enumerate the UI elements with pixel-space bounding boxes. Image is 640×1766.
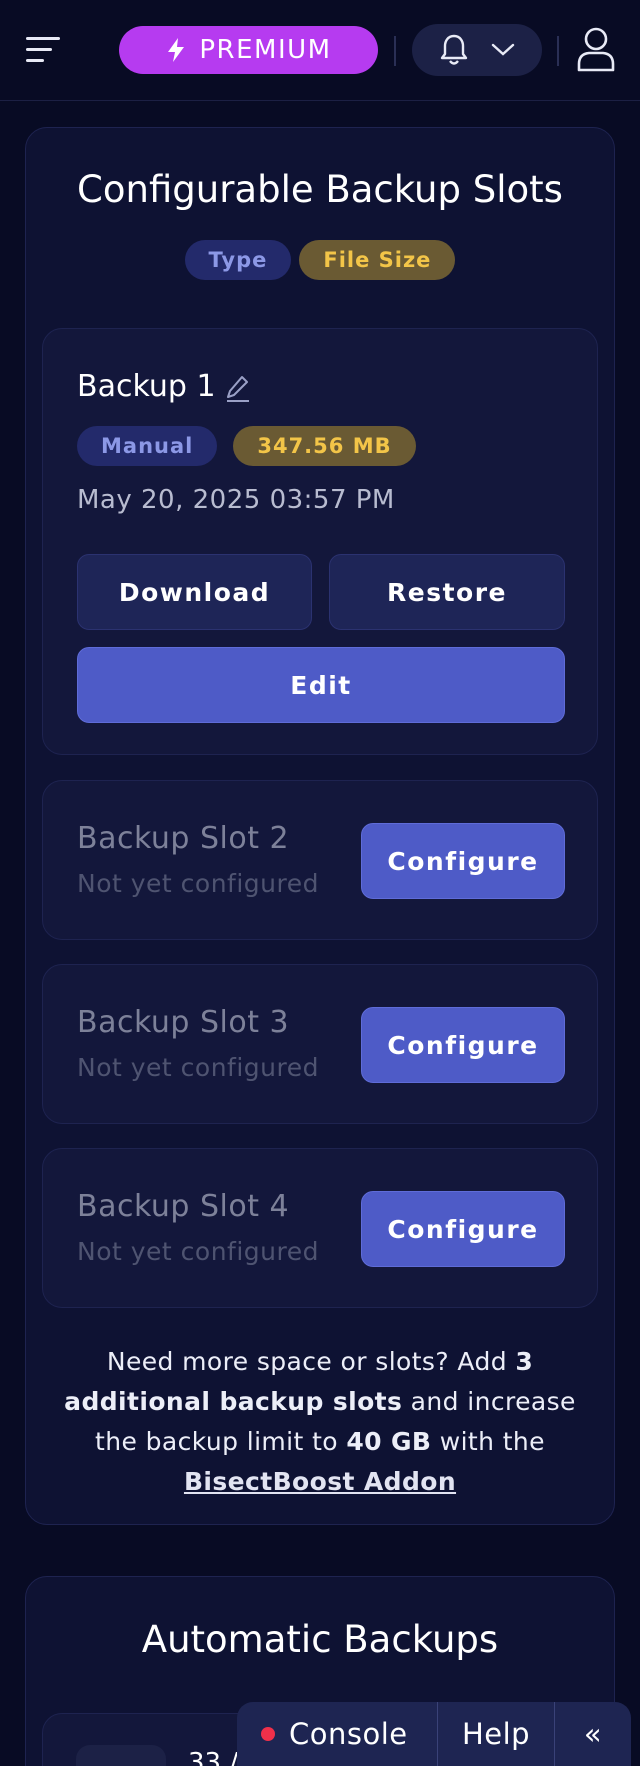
header-divider	[394, 36, 396, 66]
edit-button[interactable]: Edit	[77, 647, 565, 723]
legend: Type File Size	[0, 240, 640, 280]
slot-name: Backup Slot 4	[77, 1189, 290, 1224]
chevron-down-icon	[491, 43, 515, 56]
collapse-icon[interactable]: «	[555, 1702, 631, 1766]
automatic-backups-title: Automatic Backups	[141, 1618, 499, 1661]
type-badge: Manual	[77, 426, 218, 466]
slot-name: Backup Slot 2	[77, 821, 290, 856]
backup-slot-2: Backup Slot 2 Not yet configured Configu…	[42, 780, 598, 940]
backup-badges: Manual 347.56 MB	[77, 426, 416, 466]
backup-date: May 20, 2025 03:57 PM	[77, 485, 395, 515]
addon-text: Need more space or slots? Add	[106, 1347, 516, 1376]
download-button[interactable]: Download	[77, 554, 312, 630]
addon-link[interactable]: BisectBoost Addon	[184, 1467, 456, 1496]
backup-name: Backup 1	[77, 369, 216, 404]
configure-button[interactable]: Configure	[361, 1191, 565, 1267]
legend-type: Type	[184, 240, 292, 280]
premium-button[interactable]: PREMIUM	[119, 26, 378, 74]
app-header: PREMIUM	[0, 0, 640, 101]
pencil-icon[interactable]	[225, 373, 251, 403]
backup-slot-1: Backup 1 Manual 347.56 MB May 20, 2025 0…	[42, 328, 598, 755]
slot-status: Not yet configured	[77, 1053, 319, 1082]
header-divider	[557, 36, 559, 66]
automatic-backup-count: 33 /	[188, 1748, 239, 1766]
automatic-backup-thumb	[76, 1745, 166, 1766]
page-title: Configurable Backup Slots	[77, 168, 563, 211]
status-dot-icon	[261, 1727, 275, 1741]
addon-text: with the	[431, 1427, 545, 1456]
legend-file-size: File Size	[299, 240, 456, 280]
addon-limit-highlight: 40 GB	[346, 1427, 432, 1456]
addon-promo: Need more space or slots? Add 3 addition…	[42, 1342, 598, 1502]
hamburger-menu-icon[interactable]	[26, 34, 62, 66]
configure-button[interactable]: Configure	[361, 1007, 565, 1083]
console-label: Console	[289, 1717, 408, 1751]
dev-toolbar: Console Help «	[237, 1702, 631, 1766]
user-icon[interactable]	[576, 26, 616, 72]
slot-name: Backup Slot 3	[77, 1005, 290, 1040]
slot-status: Not yet configured	[77, 1237, 319, 1266]
console-button[interactable]: Console	[237, 1702, 437, 1766]
help-button[interactable]: Help	[438, 1702, 554, 1766]
backup-slot-3: Backup Slot 3 Not yet configured Configu…	[42, 964, 598, 1124]
backup-slot-4: Backup Slot 4 Not yet configured Configu…	[42, 1148, 598, 1308]
lightning-icon	[168, 38, 185, 62]
premium-label: PREMIUM	[199, 35, 332, 65]
slot-status: Not yet configured	[77, 869, 319, 898]
configure-button[interactable]: Configure	[361, 823, 565, 899]
bell-icon	[440, 34, 468, 65]
size-badge: 347.56 MB	[233, 426, 416, 466]
restore-button[interactable]: Restore	[329, 554, 565, 630]
notifications-button[interactable]	[412, 24, 542, 76]
